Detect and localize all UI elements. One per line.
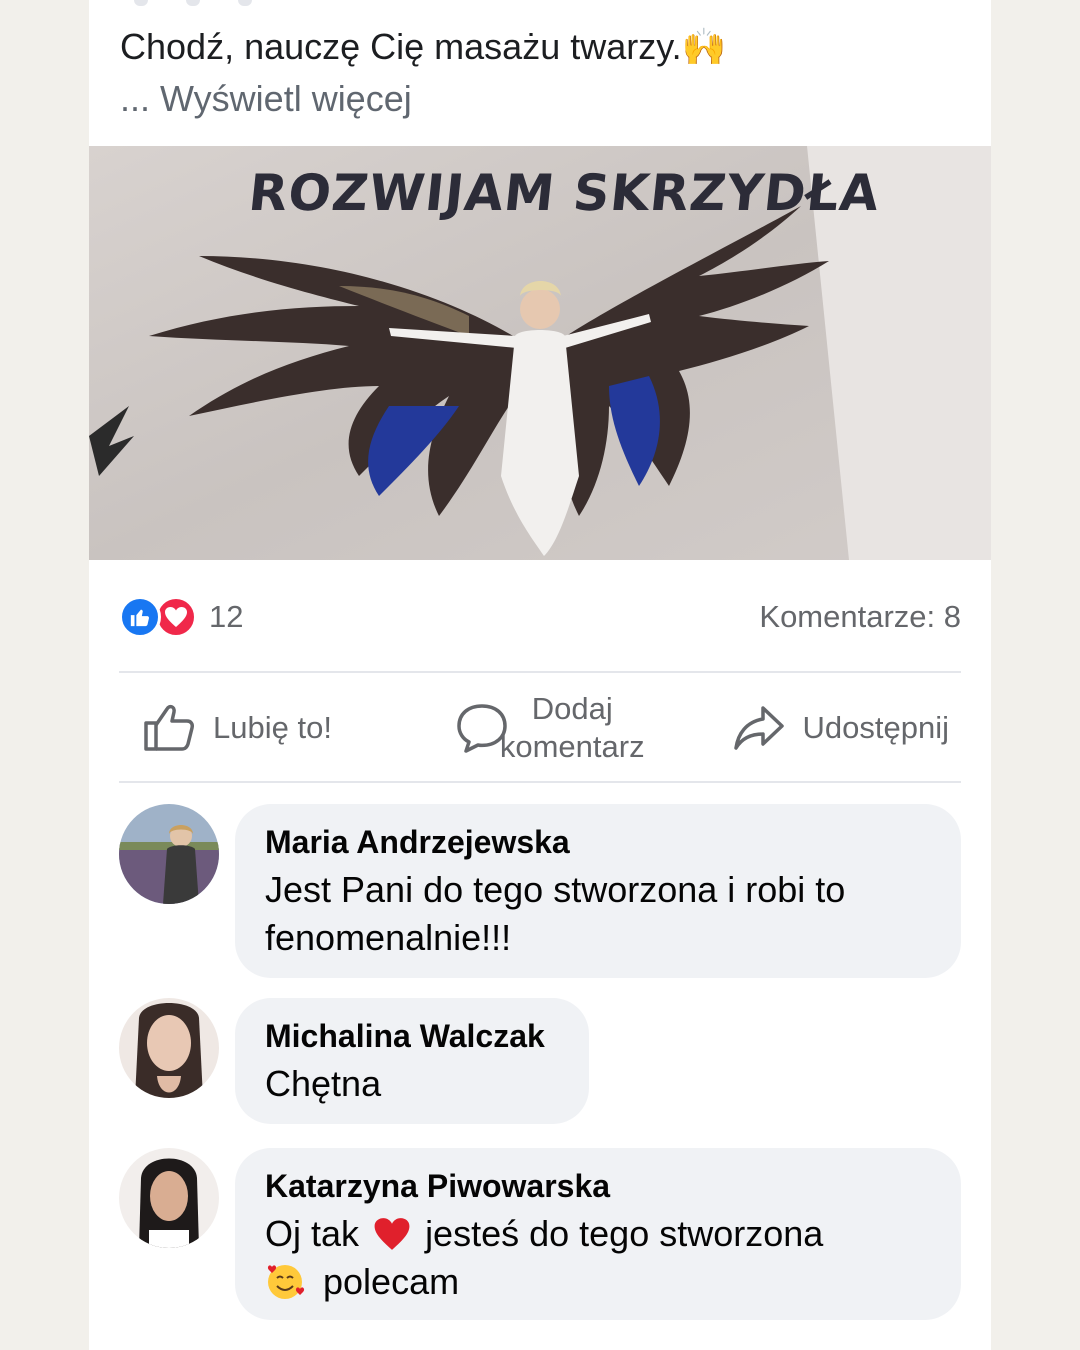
avatar[interactable]: [119, 998, 219, 1098]
like-label: Lubię to!: [213, 710, 332, 745]
comment-text-after: jesteś do tego stworzona: [425, 1213, 824, 1254]
see-more-link[interactable]: ... Wyświetl więcej: [120, 76, 412, 122]
like-button[interactable]: Lubię to!: [143, 703, 332, 753]
post-photo[interactable]: ROZWIJAM SKRZYDŁA: [89, 146, 991, 560]
comment-author[interactable]: Michalina Walczak: [265, 1016, 559, 1056]
share-label: Udostępnij: [802, 710, 949, 745]
post-text: Chodź, nauczę Cię masażu twarzy.🙌: [120, 26, 727, 67]
divider-bottom: [119, 781, 961, 783]
comment-bubble: Michalina Walczak Chętna: [235, 998, 589, 1124]
comment-text-line1: Oj tak jesteś do tego stworzona: [265, 1210, 931, 1258]
avatar[interactable]: [119, 1148, 219, 1248]
divider-top: [119, 671, 961, 673]
post-stats: 12 Komentarze: 8: [119, 592, 961, 642]
red-heart-emoji-icon: [374, 1218, 410, 1250]
comments-count[interactable]: Komentarze: 8: [759, 599, 961, 635]
comment-label: Dodaj komentarz: [500, 690, 645, 766]
comment-author[interactable]: Katarzyna Piwowarska: [265, 1166, 931, 1206]
comment-text-line1: Jest Pani do tego stworzona i robi to: [265, 869, 846, 910]
share-arrow-icon: [733, 706, 784, 750]
post-card: Chodź, nauczę Cię masażu twarzy.🙌 ... Wy…: [89, 0, 991, 1350]
comment-text-line2-word: polecam: [323, 1261, 460, 1302]
comment-text-line2: polecam: [265, 1258, 931, 1306]
action-bar: Lubię to! Dodaj komentarz Udostępnij: [119, 674, 961, 782]
comment-bubble: Maria Andrzejewska Jest Pani do tego stw…: [235, 804, 961, 978]
thumb-up-icon: [144, 704, 194, 751]
comment-text-line2: fenomenalnie!!!: [265, 917, 512, 958]
comment-text: Chętna: [265, 1063, 382, 1104]
comment-button[interactable]: Dodaj komentarz: [456, 690, 645, 766]
reaction-count: 12: [209, 599, 244, 634]
comment-bubble: Katarzyna Piwowarska Oj tak jesteś do te…: [235, 1148, 961, 1320]
comment-text-before: Oj tak: [265, 1213, 360, 1254]
comment-author[interactable]: Maria Andrzejewska: [265, 822, 931, 862]
share-button[interactable]: Udostępnij: [733, 704, 949, 752]
smiling-face-with-hearts-emoji-icon: [267, 1265, 305, 1299]
comment-label-line1: Dodaj: [531, 691, 613, 726]
top-dots: [134, 0, 252, 6]
reactions-summary[interactable]: 12: [119, 596, 243, 638]
avatar[interactable]: [119, 804, 219, 904]
like-reaction-icon: [119, 596, 161, 638]
love-reaction-icon: [155, 596, 197, 638]
comment-label-line2: komentarz: [499, 729, 645, 764]
mural-text: ROZWIJAM SKRZYDŁA: [245, 164, 883, 222]
